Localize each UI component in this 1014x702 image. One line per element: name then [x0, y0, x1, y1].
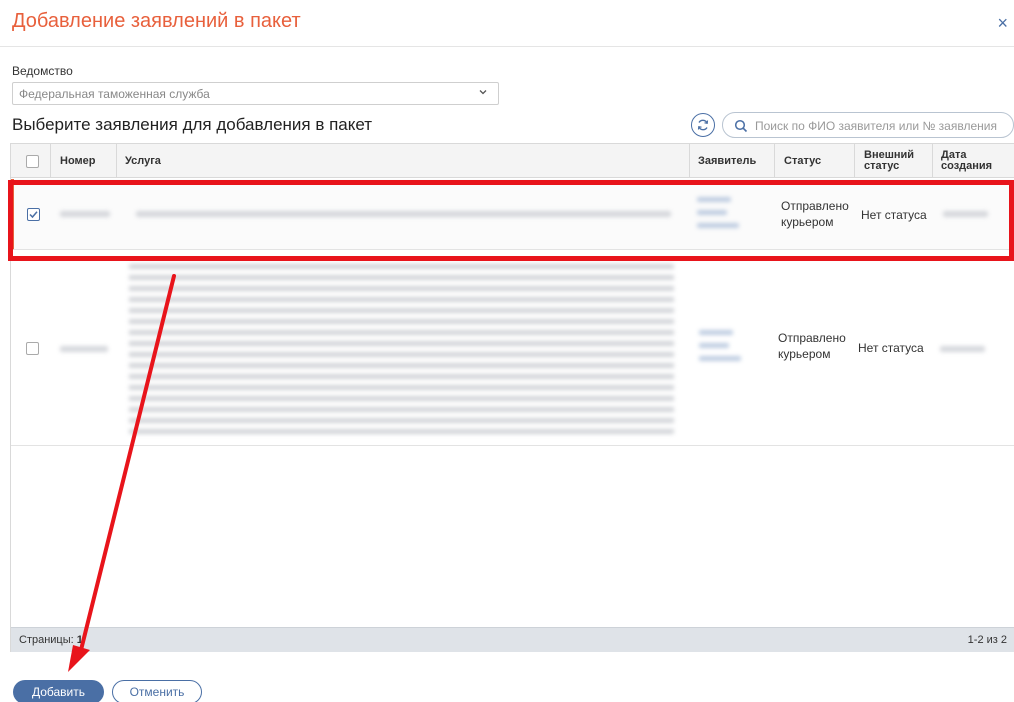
section-title: Выберите заявления для добавления в паке… [12, 115, 373, 134]
redacted-applicant [697, 223, 739, 228]
column-number[interactable]: Номер [60, 144, 120, 178]
add-button[interactable]: Добавить [13, 680, 104, 702]
redacted-applicant [699, 343, 729, 348]
column-service[interactable]: Услуга [125, 144, 245, 178]
pagination-pages: Страницы: 1 [19, 634, 83, 646]
chevron-down-icon [479, 90, 487, 95]
redacted-applicant [697, 210, 727, 215]
page-link[interactable]: 1 [77, 634, 83, 646]
add-applications-dialog: Добавление заявлений в пакет × Ведомство… [0, 0, 1014, 702]
department-selected-value: Федеральная таможенная служба [19, 87, 210, 101]
redacted-applicant [699, 330, 733, 335]
redacted-number [60, 211, 110, 217]
select-all-checkbox[interactable] [26, 155, 39, 168]
search-box[interactable] [722, 112, 1014, 138]
check-icon [29, 211, 38, 219]
row-external-status: Нет статуса [861, 208, 927, 222]
redacted-applicant [697, 197, 731, 202]
department-select[interactable]: Федеральная таможенная служба [12, 82, 499, 105]
redacted-service [136, 211, 671, 217]
row-checkbox[interactable] [27, 208, 40, 221]
search-input[interactable] [755, 116, 1013, 135]
dialog-title: Добавление заявлений в пакет [12, 10, 301, 32]
column-created[interactable]: Дата создания [941, 144, 1007, 178]
redacted-service [129, 264, 674, 434]
table-row[interactable]: Отправлено курьером Нет статуса [11, 179, 1014, 250]
column-status[interactable]: Статус [784, 144, 844, 178]
department-label: Ведомство [12, 64, 73, 78]
row-checkbox[interactable] [26, 342, 39, 355]
close-icon[interactable]: × [997, 14, 1008, 32]
redacted-date [943, 211, 988, 217]
table-row[interactable]: Отправлено курьером Нет статуса [11, 250, 1014, 446]
pagination-bar: Страницы: 1 1-2 из 2 [11, 627, 1014, 652]
dialog-header: Добавление заявлений в пакет × [0, 0, 1014, 47]
pagination-range: 1-2 из 2 [967, 634, 1007, 646]
redacted-date [940, 346, 985, 352]
column-applicant[interactable]: Заявитель [698, 144, 758, 178]
pages-label: Страницы: [19, 634, 74, 646]
refresh-button[interactable] [691, 113, 715, 137]
search-icon [734, 119, 748, 133]
row-status: Отправлено курьером [781, 199, 849, 229]
table-header: Номер Услуга Заявитель Статус Внешний ст… [11, 144, 1014, 178]
redacted-number [60, 346, 108, 352]
row-status: Отправлено курьером [778, 331, 846, 361]
refresh-icon [697, 119, 709, 131]
column-external-status[interactable]: Внешний статус [864, 144, 924, 178]
redacted-applicant [699, 356, 741, 361]
cancel-button[interactable]: Отменить [112, 680, 202, 702]
row-external-status: Нет статуса [858, 341, 924, 355]
applications-table: Номер Услуга Заявитель Статус Внешний ст… [10, 143, 1014, 652]
